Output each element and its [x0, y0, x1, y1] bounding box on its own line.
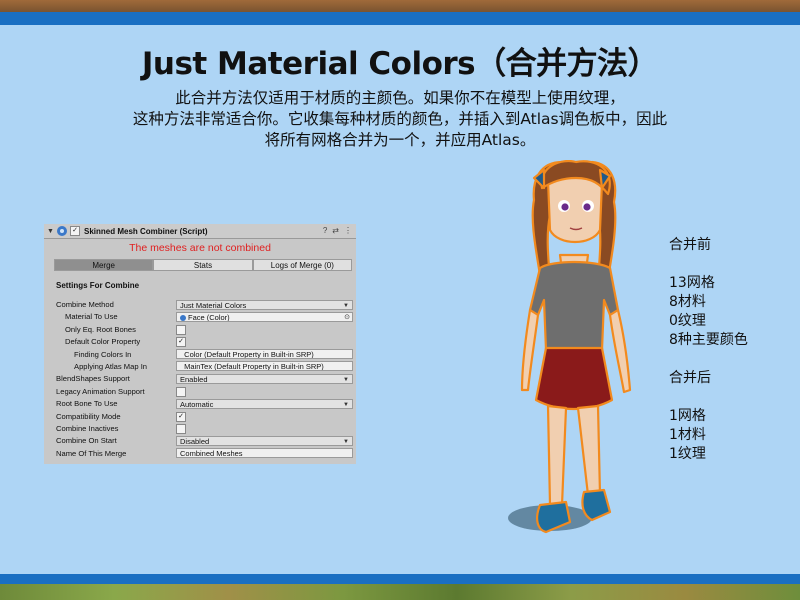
setting-label: Material To Use — [65, 312, 118, 322]
description-line: 将所有网格合并为一个，并应用Atlas。 — [264, 131, 536, 149]
merge-status-warning: The meshes are not combined — [129, 242, 271, 254]
more-options-icon[interactable]: ⋮ — [344, 226, 352, 235]
setting-row: Finding Colors In _Color (Default Propert… — [44, 349, 356, 361]
before-stat: 13网格 — [669, 275, 715, 291]
before-title: 合并前 — [669, 237, 711, 253]
setting-label: Compatibility Mode — [56, 411, 121, 421]
setting-value: Just Material Colors — [180, 300, 247, 310]
setting-row: BlendShapes Support Enabled — [44, 373, 356, 385]
setting-value: _MainTex (Default Property in Built-in S… — [180, 362, 324, 372]
component-title: Skinned Mesh Combiner (Script) — [84, 226, 208, 236]
after-stat: 1纹理 — [669, 446, 706, 462]
foldout-arrow-icon[interactable]: ▼ — [47, 228, 55, 235]
default-color-property-checkbox[interactable]: ✓ — [176, 337, 186, 348]
tab-stats[interactable]: Stats — [153, 259, 253, 271]
before-stat: 8材料 — [669, 294, 706, 310]
combine-on-start-dropdown[interactable]: Disabled — [176, 435, 353, 446]
setting-label: Combine Inactives — [56, 423, 119, 433]
setting-label: Combine On Start — [56, 436, 117, 446]
top-blue-band — [0, 12, 800, 25]
setting-value: Face (Color) — [188, 312, 230, 322]
root-bone-to-use-dropdown[interactable]: Automatic — [176, 398, 353, 409]
top-border-band — [0, 0, 800, 12]
setting-label: Root Bone To Use — [56, 399, 118, 409]
after-title: 合并后 — [669, 370, 711, 386]
setting-label: Default Color Property — [65, 337, 141, 347]
combine-method-dropdown[interactable]: Just Material Colors — [176, 299, 353, 310]
setting-label: Finding Colors In — [74, 349, 132, 359]
material-icon — [180, 314, 186, 321]
setting-value: Combined Meshes — [180, 449, 243, 459]
setting-label: Name Of This Merge — [56, 448, 127, 458]
character-body — [520, 160, 632, 534]
after-stat: 1网格 — [669, 408, 706, 424]
inspector-tabs: Merge Stats Logs of Merge (0) — [54, 259, 352, 271]
setting-value: Disabled — [180, 436, 210, 446]
setting-row: Root Bone To Use Automatic — [44, 398, 356, 410]
before-stat: 0纹理 — [669, 313, 706, 329]
setting-row: Legacy Animation Support — [44, 386, 356, 398]
setting-row: Compatibility Mode ✓ — [44, 411, 356, 423]
setting-row: Default Color Property ✓ — [44, 336, 356, 348]
script-icon — [57, 226, 67, 236]
slide-description: 此合并方法仅适用于材质的主颜色。如果你不在模型上使用纹理， 这种方法非常适合你。… — [60, 88, 740, 151]
setting-row: Combine On Start Disabled — [44, 435, 356, 447]
object-picker-icon[interactable]: ⊙ — [344, 313, 350, 321]
setting-label: BlendShapes Support — [56, 374, 130, 384]
settings-list: Combine MethodJust Material ColorsMateri… — [44, 299, 356, 460]
applying-atlas-map-in-field[interactable]: _MainTex (Default Property in Built-in S… — [176, 361, 353, 372]
setting-value: _Color (Default Property in Built-in SRP… — [180, 350, 314, 360]
setting-row: Combine Method Just Material Colors — [44, 299, 356, 311]
finding-colors-in-field[interactable]: _Color (Default Property in Built-in SRP… — [176, 349, 353, 360]
description-line: 此合并方法仅适用于材质的主颜色。如果你不在模型上使用纹理， — [175, 89, 625, 107]
only-eq-root-bones-checkbox[interactable] — [176, 324, 186, 335]
material-to-use-object-field[interactable]: Face (Color) ⊙ — [176, 311, 353, 322]
before-stat: 8种主要颜色 — [669, 332, 748, 348]
tab-merge[interactable]: Merge — [54, 259, 154, 271]
component-header[interactable]: ▼ ✓ Skinned Mesh Combiner (Script) ? ⇄ ⋮ — [44, 224, 356, 239]
setting-row: Only Eq. Root Bones — [44, 324, 356, 336]
presets-icon[interactable]: ⇄ — [332, 226, 339, 235]
setting-label: Legacy Animation Support — [56, 386, 145, 396]
setting-value: Automatic — [180, 399, 214, 409]
description-line: 这种方法非常适合你。它收集每种材质的颜色，并插入到Atlas调色板中，因此 — [132, 110, 668, 128]
setting-label: Applying Atlas Map In — [74, 361, 148, 371]
help-icon[interactable]: ? — [323, 226, 327, 235]
setting-label: Only Eq. Root Bones — [65, 324, 136, 334]
bottom-blue-band — [0, 574, 800, 584]
setting-row: Combine Inactives — [44, 423, 356, 435]
compatibility-mode-checkbox[interactable]: ✓ — [176, 411, 186, 422]
blendshapes-support-dropdown[interactable]: Enabled — [176, 373, 353, 384]
component-enabled-checkbox[interactable]: ✓ — [70, 226, 80, 236]
slide-title: Just Material Colors（合并方法） — [141, 46, 659, 82]
after-stat: 1材料 — [669, 427, 706, 443]
setting-value: Enabled — [180, 374, 208, 384]
inspector-panel: ▼ ✓ Skinned Mesh Combiner (Script) ? ⇄ ⋮… — [44, 224, 356, 464]
setting-label: Combine Method — [56, 300, 114, 309]
bottom-grass-band — [0, 584, 800, 600]
combine-inactives-checkbox[interactable] — [176, 423, 186, 434]
legacy-animation-support-checkbox[interactable] — [176, 386, 186, 397]
setting-row: Material To Use Face (Color) ⊙ — [44, 311, 356, 323]
tab-logs-of-merge[interactable]: Logs of Merge (0) — [252, 259, 352, 271]
character-model-preview — [508, 160, 632, 534]
setting-row: Applying Atlas Map In _MainTex (Default P… — [44, 361, 356, 373]
section-title: Settings For Combine — [56, 281, 140, 290]
merge-stats: 合并前 13网格 8材料 0纹理 8种主要颜色 合并后 1网格 1材料 1纹理 — [669, 236, 748, 464]
setting-row: Name Of This Merge Combined Meshes — [44, 448, 356, 460]
name-of-this-merge-field[interactable]: Combined Meshes — [176, 448, 353, 459]
